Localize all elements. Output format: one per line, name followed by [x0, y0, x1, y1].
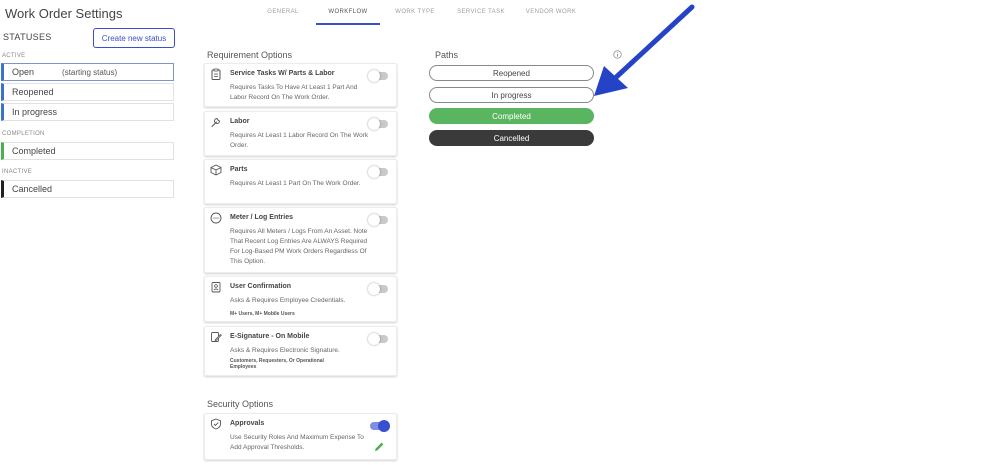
labor-toggle[interactable] [368, 118, 388, 130]
requirement-card-meter-log: Meter / Log Entries Requires All Meters … [204, 207, 397, 273]
path-reopened[interactable]: Reopened [429, 65, 594, 81]
pencil-icon[interactable] [373, 441, 385, 453]
gauge-icon [210, 212, 222, 224]
card-description: Use Security Roles And Maximum Expense T… [230, 434, 364, 451]
create-status-button[interactable]: Create new status [93, 28, 175, 48]
group-label-completion: COMPLETION [2, 131, 45, 137]
tab-service-task[interactable]: SERVICE TASK [450, 0, 512, 25]
paths-title: Paths [435, 50, 459, 60]
service-tasks-toggle[interactable] [368, 70, 388, 82]
requirement-card-user-confirmation: User Confirmation Asks & Requires Employ… [204, 276, 397, 322]
requirement-card-labor: Labor Requires At Least 1 Labor Record O… [204, 111, 397, 156]
status-item-in-progress[interactable]: In progress [1, 103, 174, 121]
tab-vendor-work[interactable]: VENDOR WORK [512, 0, 590, 25]
card-description: Requires At Least 1 Labor Record On The … [230, 132, 369, 149]
card-title: Approvals [230, 420, 265, 427]
status-label: Open [12, 67, 35, 77]
card-description: Requires All Meters / Logs From An Asset… [230, 228, 368, 265]
tab-general[interactable]: GENERAL [250, 0, 316, 25]
card-description: Requires At Least 1 Part On The Work Ord… [230, 180, 361, 187]
status-item-reopened[interactable]: Reopened [1, 83, 174, 101]
requirement-card-service-tasks: Service Tasks W/ Parts & Labor Requires … [204, 63, 397, 107]
wrench-icon [211, 117, 221, 127]
card-title: User Confirmation [230, 283, 292, 290]
card-note: M+ Users, M+ Mobile Users [230, 311, 295, 317]
status-item-open[interactable]: Open (starting status) [1, 63, 174, 81]
approvals-toggle[interactable] [370, 420, 390, 432]
path-in-progress[interactable]: In progress [429, 87, 594, 103]
group-label-active: ACTIVE [2, 53, 26, 59]
card-title: Parts [230, 166, 248, 173]
statuses-heading: STATUSES [3, 32, 52, 42]
status-item-cancelled[interactable]: Cancelled [1, 180, 174, 198]
status-label: In progress [12, 107, 58, 117]
e-signature-toggle[interactable] [368, 333, 388, 345]
card-title: E-Signature - On Mobile [230, 333, 310, 340]
status-item-completed[interactable]: Completed [1, 142, 174, 160]
parts-toggle[interactable] [368, 166, 388, 178]
clipboard-icon [211, 68, 221, 80]
settings-tabs: GENERAL WORKFLOW WORK TYPE SERVICE TASK … [250, 0, 590, 25]
card-description: Asks & Requires Electronic Signature. [230, 347, 340, 354]
status-label: Cancelled [12, 184, 53, 194]
meter-log-toggle[interactable] [368, 214, 388, 226]
id-badge-icon [211, 282, 221, 293]
box-icon [210, 164, 222, 176]
card-note: Customers, Requesters, Or Operational Em… [230, 358, 324, 370]
card-title: Service Tasks W/ Parts & Labor [230, 70, 335, 77]
signature-icon [211, 332, 222, 342]
card-title: Labor [230, 118, 250, 125]
path-completed[interactable]: Completed [429, 108, 594, 124]
security-card-approvals: Approvals Use Security Roles And Maximum… [204, 413, 397, 460]
security-options-title: Security Options [207, 399, 274, 409]
status-label: Completed [12, 146, 56, 156]
requirement-options-title: Requirement Options [207, 50, 293, 60]
status-label: Reopened [12, 87, 54, 97]
requirement-card-parts: Parts Requires At Least 1 Part On The Wo… [204, 159, 397, 204]
tab-workflow[interactable]: WORKFLOW [316, 0, 380, 25]
shield-check-icon [211, 418, 221, 430]
card-description: Asks & Requires Employee Credentials. [230, 297, 346, 304]
status-note: (starting status) [62, 67, 118, 77]
tab-work-type[interactable]: WORK TYPE [380, 0, 450, 25]
group-label-inactive: INACTIVE [2, 169, 33, 175]
page-title: Work Order Settings [5, 6, 123, 21]
annotation-arrow [594, 4, 695, 96]
card-title: Meter / Log Entries [230, 214, 294, 221]
user-confirmation-toggle[interactable] [368, 283, 388, 295]
path-cancelled[interactable]: Cancelled [429, 130, 594, 146]
requirement-card-e-signature: E-Signature - On Mobile Asks & Requires … [204, 326, 397, 376]
card-description: Requires Tasks To Have At Least 1 Part A… [230, 84, 358, 101]
